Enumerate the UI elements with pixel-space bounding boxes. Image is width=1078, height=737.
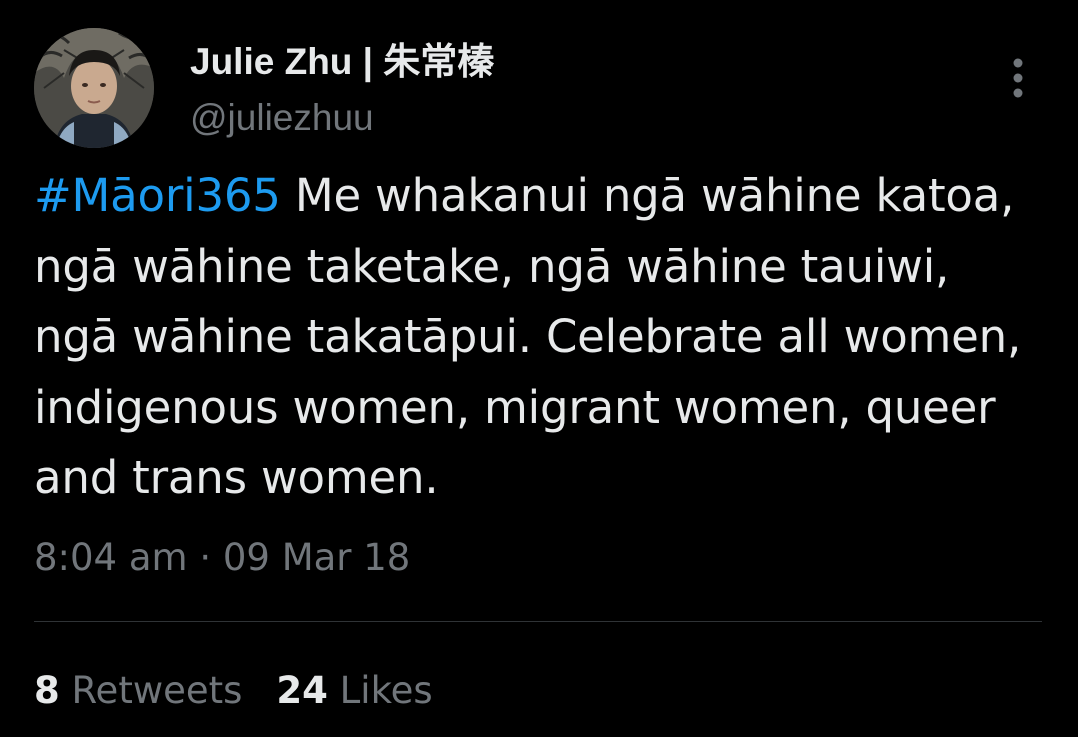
retweets-label: Retweets xyxy=(71,669,243,712)
retweets-stat[interactable]: 8 Retweets xyxy=(34,668,242,714)
engagement-stats: 8 Retweets 24 Likes xyxy=(34,668,433,714)
author-names: Julie Zhu | 朱常榛 @juliezhuu xyxy=(190,42,494,138)
likes-count: 24 xyxy=(276,669,328,712)
more-options-button[interactable] xyxy=(1000,54,1036,102)
hashtag-link[interactable]: #Māori365 xyxy=(34,169,281,222)
avatar-image xyxy=(34,28,154,148)
divider xyxy=(34,621,1042,622)
retweets-count: 8 xyxy=(34,669,60,712)
tweet-text: #Māori365 Me whakanui ngā wāhine katoa, … xyxy=(34,161,1044,514)
display-name[interactable]: Julie Zhu | 朱常榛 xyxy=(190,42,494,82)
vertical-ellipsis-icon xyxy=(1013,58,1023,98)
tweet-timestamp[interactable]: 8:04 am · 09 Mar 18 xyxy=(34,535,410,581)
likes-label: Likes xyxy=(339,669,433,712)
user-handle[interactable]: @juliezhuu xyxy=(190,98,494,138)
avatar[interactable] xyxy=(34,28,154,148)
tweet: Julie Zhu | 朱常榛 @juliezhuu #Māori365 Me … xyxy=(0,0,1078,737)
likes-stat[interactable]: 24 Likes xyxy=(276,668,432,714)
tweet-header: Julie Zhu | 朱常榛 @juliezhuu xyxy=(34,28,1044,148)
